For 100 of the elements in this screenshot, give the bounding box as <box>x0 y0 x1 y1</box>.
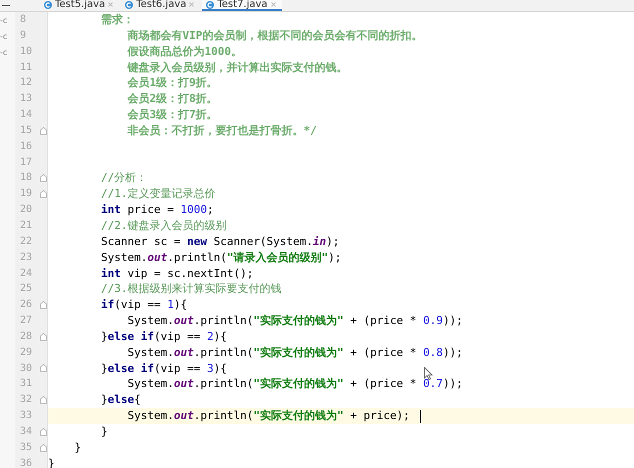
fold-icon[interactable] <box>40 126 47 135</box>
class-icon <box>125 0 134 8</box>
code-token: System. <box>127 313 174 329</box>
line-number: 15 <box>19 124 34 138</box>
code-token: } <box>100 360 108 376</box>
code-comment: //2.键盘录入会员的级别 <box>100 218 226 234</box>
line-number: 10 <box>19 44 34 59</box>
code-token: { <box>134 392 141 408</box>
code-token: .println( <box>194 313 254 329</box>
code-token: + price); <box>350 408 410 424</box>
code-token: .println( <box>194 408 254 424</box>
code-token: else if <box>108 328 154 345</box>
code-token: "实际支付的钱为" <box>253 344 344 361</box>
code-token: 0.9 <box>423 313 443 329</box>
code-token: 1 <box>167 297 174 314</box>
code-token: Scanner sc = <box>100 234 182 250</box>
code-token: + (price * <box>350 376 418 392</box>
code-token: System. <box>127 344 174 361</box>
line-number: 28 <box>19 330 34 344</box>
code-token: ){ <box>214 328 227 345</box>
line-number: 16 <box>19 140 34 154</box>
code-token: ); <box>328 250 342 266</box>
mouse-pointer-icon <box>424 367 433 380</box>
code-token: )); <box>442 344 463 361</box>
fold-icon[interactable] <box>40 332 47 341</box>
code-token: "请录入会员的级别" <box>226 250 328 266</box>
line-number: 27 <box>19 314 34 328</box>
code-token: out <box>174 408 194 424</box>
code-token: (vip == <box>114 297 162 314</box>
code-token: if <box>100 297 114 314</box>
class-icon <box>206 0 214 8</box>
code-comment: 会员3级：打7折。 <box>127 107 218 123</box>
line-number: 25 <box>19 282 34 296</box>
code-comment: 会员1级：打9折。 <box>127 75 218 92</box>
code-token: out <box>174 313 194 329</box>
fold-icon[interactable] <box>40 190 47 198</box>
line-number: 9 <box>19 28 28 43</box>
code-token: out <box>174 344 194 361</box>
line-number: 31 <box>19 377 34 392</box>
line-number: 34 <box>19 424 34 439</box>
code-token: in <box>312 234 326 250</box>
code-token: out <box>147 250 168 266</box>
code-comment: //分析： <box>100 170 148 186</box>
code-token: + (price * <box>350 344 418 361</box>
line-number: 18 <box>19 171 34 186</box>
code-comment: 非会员：不打折，要打也是打骨折。*/ <box>127 122 317 139</box>
code-token: } <box>100 424 108 440</box>
code-token: )); <box>442 376 463 392</box>
code-token: .println( <box>194 376 254 392</box>
code-comment: 需求： <box>100 12 134 28</box>
code-comment: 会员2级：打8折。 <box>127 91 218 108</box>
code-comment: 假设商品总价为1000。 <box>127 44 242 60</box>
line-number: 12 <box>19 76 34 90</box>
fold-icon[interactable] <box>40 364 47 372</box>
line-number: 19 <box>19 187 34 202</box>
line-number: 36 <box>19 456 34 468</box>
fold-icon[interactable] <box>40 396 47 404</box>
code-comment: 键盘录入会员级别，并计算出实际支付的钱。 <box>127 60 348 76</box>
line-number: 22 <box>19 234 34 249</box>
fold-icon[interactable] <box>40 301 47 310</box>
code-token: System. <box>127 408 174 424</box>
code-token: out <box>174 376 194 392</box>
code-token: new <box>187 234 207 250</box>
code-token: 3 <box>206 360 214 376</box>
code-comment: //3.根据级别来计算实际要支付的钱 <box>100 281 282 298</box>
line-number: 20 <box>19 203 34 218</box>
code-token: )); <box>442 313 463 329</box>
class-icon <box>44 0 52 8</box>
code-comment: 商场都会有VIP的会员制，根据不同的会员会有不同的折扣。 <box>127 28 422 44</box>
line-number: 29 <box>19 346 34 360</box>
line-number: 8 <box>19 13 28 27</box>
code-token: else <box>108 392 134 408</box>
code-token: .println( <box>194 344 254 361</box>
code-token: "实际支付的钱为" <box>253 408 344 424</box>
code-token: 2 <box>206 328 214 345</box>
line-number: 32 <box>19 393 34 408</box>
fold-icon[interactable] <box>40 444 47 452</box>
line-number: 24 <box>19 266 34 280</box>
code-token: ); <box>326 234 340 250</box>
code-token: (vip == <box>154 328 202 345</box>
code-token: } <box>100 392 108 408</box>
close-icon[interactable] <box>108 2 114 7</box>
line-number: 11 <box>19 60 34 75</box>
code-token: int <box>100 266 121 282</box>
close-icon[interactable] <box>189 2 194 7</box>
fold-icon[interactable] <box>40 174 47 182</box>
code-token: "实际支付的钱为" <box>253 313 344 329</box>
line-number: 35 <box>19 440 34 455</box>
code-token: 0.8 <box>423 344 443 361</box>
line-number: 33 <box>19 409 34 424</box>
code-token: price = <box>127 202 175 218</box>
line-number: 23 <box>19 250 34 265</box>
code-token: System. <box>127 376 174 392</box>
code-comment: //1.定义变量记录总价 <box>100 186 216 202</box>
code-token: ; <box>206 202 214 218</box>
code-token: System. <box>100 250 148 266</box>
code-token: + (price * <box>350 313 418 329</box>
code-token: (vip == <box>154 360 202 376</box>
close-icon[interactable] <box>270 2 276 7</box>
fold-icon[interactable] <box>40 428 47 436</box>
